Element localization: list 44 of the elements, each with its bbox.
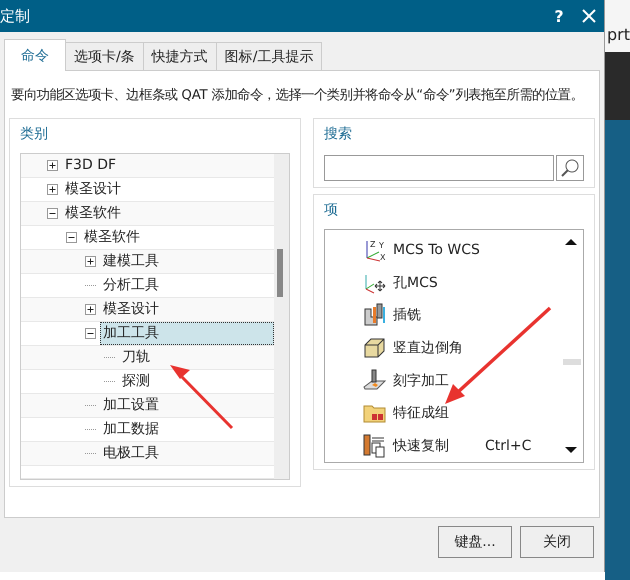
scrollbar-thumb[interactable]: [562, 359, 581, 365]
shortcut-text: Ctrl+C: [485, 438, 532, 454]
command-item[interactable]: 竖直边倒角: [393, 339, 473, 358]
collapse-toggle-icon[interactable]: [47, 208, 58, 219]
annotation-arrow: [170, 365, 234, 430]
tree-item[interactable]: 模圣设计: [62, 178, 124, 201]
dialog-button[interactable]: 键盘...: [438, 526, 512, 558]
scrollbar[interactable]: [274, 154, 289, 479]
expand-toggle-icon[interactable]: [47, 184, 58, 195]
collapse-toggle-icon[interactable]: [66, 232, 77, 243]
chamfer-box-icon: [363, 336, 387, 360]
scroll-down-icon[interactable]: [564, 446, 577, 454]
tree-item[interactable]: 分析工具: [100, 274, 162, 297]
command-item[interactable]: 快速复制: [393, 436, 473, 455]
scrollbar-thumb[interactable]: [277, 249, 283, 297]
dialog-button[interactable]: 关闭: [520, 526, 594, 558]
tree-item[interactable]: 加工工具: [100, 322, 274, 345]
expand-toggle-icon[interactable]: [85, 304, 96, 315]
command-item[interactable]: 孔MCS: [393, 274, 473, 292]
collapse-toggle-icon[interactable]: [85, 328, 96, 339]
scroll-up-icon[interactable]: [564, 238, 577, 246]
tree-item[interactable]: 加工数据: [100, 418, 162, 441]
help-button[interactable]: ?: [544, 6, 574, 26]
description-text: 要向功能区选项卡、边框条或 QAT 添加命令，选择一个类别并将命令从“命令”列表拖至所需的位置。: [10, 86, 584, 105]
search-field[interactable]: [324, 155, 554, 181]
group-title: 项: [324, 201, 339, 220]
command-item[interactable]: 特征成组: [393, 404, 473, 422]
window-title: 定制: [0, 6, 31, 26]
command-item[interactable]: 刻字加工: [393, 372, 473, 390]
command-item[interactable]: MCS To WCS: [393, 242, 480, 258]
copy-icon: [363, 434, 387, 458]
tab[interactable]: 命令: [4, 39, 66, 71]
command-item[interactable]: 插铣: [393, 306, 473, 324]
expand-toggle-icon[interactable]: [47, 160, 58, 171]
group-title: 搜索: [324, 125, 353, 144]
tree-item[interactable]: 模圣软件: [81, 226, 143, 249]
plunge-mill-icon: [363, 303, 387, 328]
tree-item[interactable]: 刀轨: [119, 346, 153, 369]
group-title: 类别: [20, 125, 49, 144]
expand-toggle-icon[interactable]: [85, 256, 96, 267]
tree-item[interactable]: 探测: [119, 370, 153, 393]
tab[interactable]: 图标/工具提示: [216, 42, 322, 70]
background-app-text: prt: [606, 25, 630, 46]
search-icon[interactable]: [556, 155, 584, 181]
